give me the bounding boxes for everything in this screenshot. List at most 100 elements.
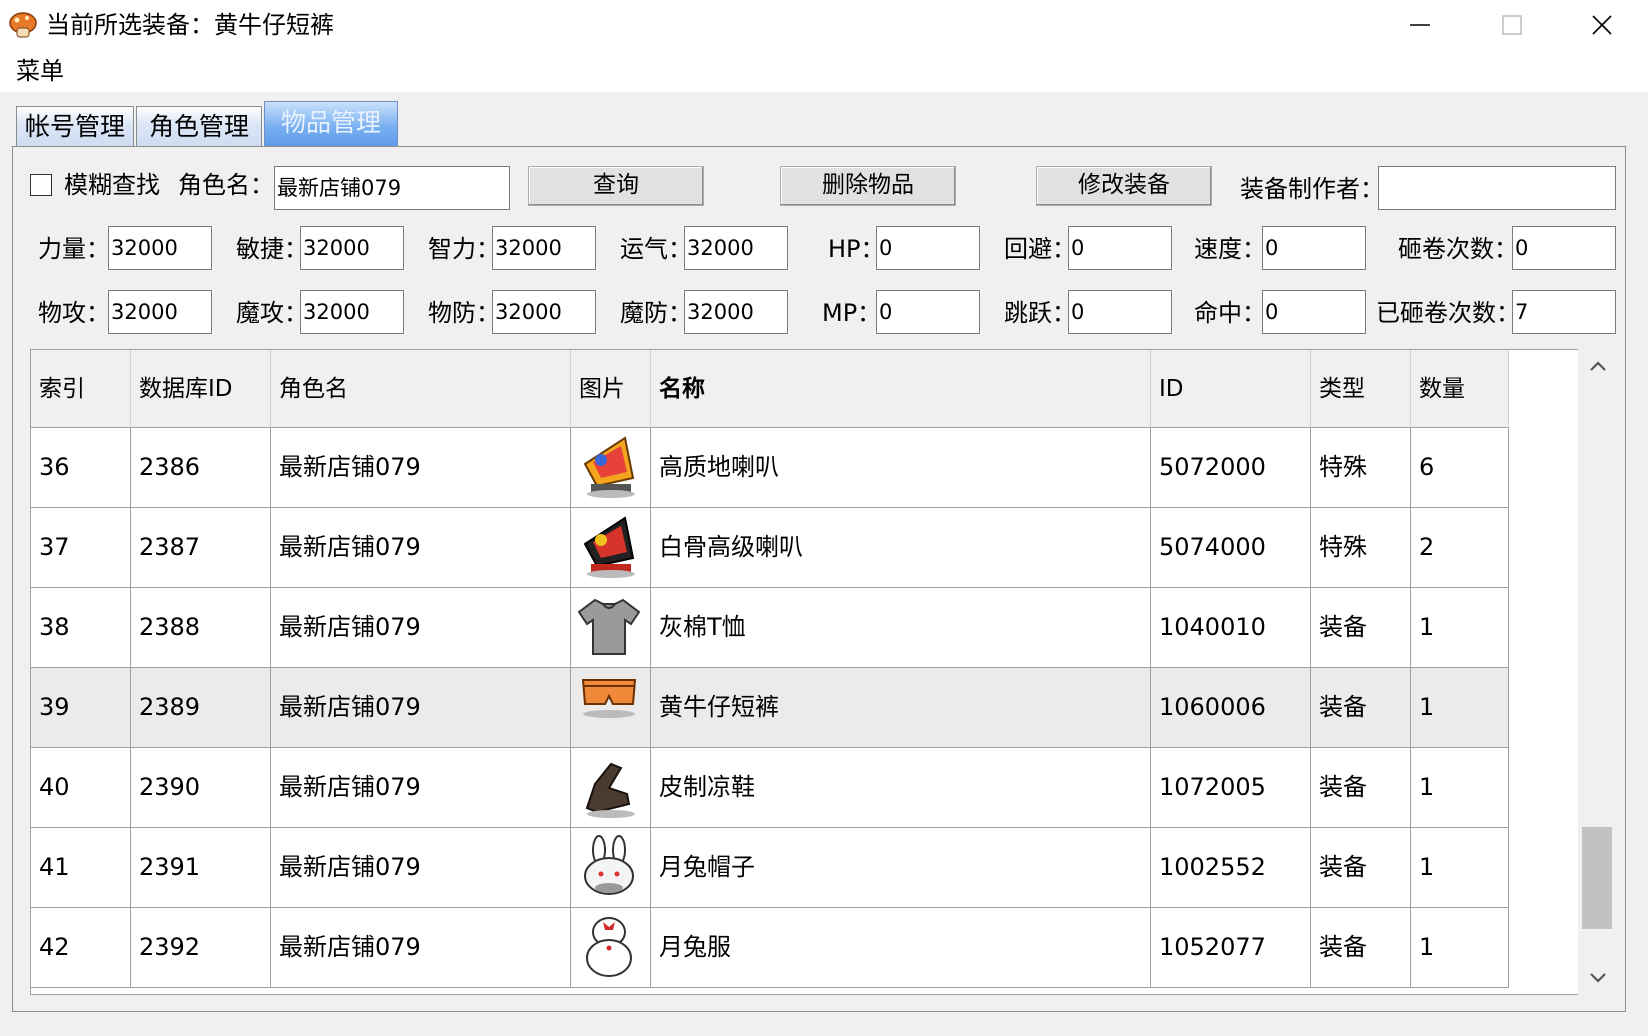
dex-input[interactable]: 32000 xyxy=(300,226,404,270)
cell-qty: 6 xyxy=(1411,428,1509,507)
delete-item-button[interactable]: 删除物品 xyxy=(780,166,956,206)
maximize-icon xyxy=(1502,15,1522,35)
cell-id: 1040010 xyxy=(1151,588,1311,667)
equip-maker-input[interactable] xyxy=(1378,166,1616,210)
cell-id: 1060006 xyxy=(1151,668,1311,747)
scroll-slots-input[interactable]: 0 xyxy=(1512,226,1616,270)
jump-input[interactable]: 0 xyxy=(1068,290,1172,334)
table-row-selected[interactable]: 39 2389 最新店铺079 黄牛仔短裤 1060006 装备 1 xyxy=(31,668,1509,748)
close-button[interactable] xyxy=(1556,0,1648,50)
column-header-qty[interactable]: 数量 xyxy=(1411,350,1509,428)
cell-qty: 1 xyxy=(1411,828,1509,907)
tab-role[interactable]: 角色管理 xyxy=(136,106,262,146)
column-header-type[interactable]: 类型 xyxy=(1311,350,1411,428)
gray-tshirt-icon xyxy=(577,598,641,655)
scroll-down-icon[interactable] xyxy=(1586,965,1610,989)
column-header-index[interactable]: 索引 xyxy=(31,350,131,428)
table-row[interactable]: 40 2390 最新店铺079 皮制凉鞋 1072005 装备 1 xyxy=(31,748,1509,828)
column-header-image[interactable]: 图片 xyxy=(571,350,651,428)
cell-type: 装备 xyxy=(1311,588,1411,667)
cell-name: 灰棉T恤 xyxy=(651,588,1151,667)
table-row[interactable]: 42 2392 最新店铺079 月兔服 1052077 装备 1 xyxy=(31,908,1509,988)
hp-input[interactable]: 0 xyxy=(876,226,980,270)
minimize-button[interactable] xyxy=(1374,0,1466,50)
cell-name: 月兔帽子 xyxy=(651,828,1151,907)
cell-type: 装备 xyxy=(1311,828,1411,907)
wdef-input[interactable]: 32000 xyxy=(492,290,596,334)
cell-type: 特殊 xyxy=(1311,508,1411,587)
cell-dbid: 2389 xyxy=(131,668,271,747)
cell-type: 装备 xyxy=(1311,668,1411,747)
avoid-input[interactable]: 0 xyxy=(1068,226,1172,270)
scroll-up-icon[interactable] xyxy=(1586,355,1610,379)
jump-label: 跳跃： xyxy=(1004,299,1076,327)
matk-input[interactable]: 32000 xyxy=(300,290,404,334)
wdef-label: 物防： xyxy=(428,299,500,327)
table-row[interactable]: 37 2387 最新店铺079 白骨高级喇叭 5074000 特殊 2 xyxy=(31,508,1509,588)
item-table[interactable]: 索引 数据库ID 角色名 图片 名称 ID 类型 数量 36 2386 最新店铺… xyxy=(30,349,1618,995)
column-header-id[interactable]: ID xyxy=(1151,350,1311,428)
accuracy-label: 命中： xyxy=(1194,299,1266,327)
cell-name: 白骨高级喇叭 xyxy=(651,508,1151,587)
table-row[interactable]: 38 2388 最新店铺079 灰棉T恤 1040010 装备 1 xyxy=(31,588,1509,668)
str-input[interactable]: 32000 xyxy=(108,226,212,270)
cell-index: 40 xyxy=(31,748,131,827)
cell-index: 36 xyxy=(31,428,131,507)
watk-input[interactable]: 32000 xyxy=(108,290,212,334)
fuzzy-search-checkbox[interactable] xyxy=(30,174,52,196)
cell-role: 最新店铺079 xyxy=(271,828,571,907)
avoid-label: 回避： xyxy=(1004,235,1076,263)
mdef-input[interactable]: 32000 xyxy=(684,290,788,334)
accuracy-input[interactable]: 0 xyxy=(1262,290,1366,334)
scrolled-count-input[interactable]: 7 xyxy=(1512,290,1616,334)
speed-label: 速度： xyxy=(1194,235,1266,263)
scrollbar-thumb[interactable] xyxy=(1582,827,1612,929)
megaphone-black-icon xyxy=(583,516,635,578)
cell-dbid: 2386 xyxy=(131,428,271,507)
scrolled-count-label: 已砸卷次数： xyxy=(1376,299,1520,327)
table-row[interactable]: 36 2386 最新店铺079 高质地喇叭 5072000 特殊 6 xyxy=(31,428,1509,508)
matk-label: 魔攻： xyxy=(236,299,308,327)
cell-dbid: 2387 xyxy=(131,508,271,587)
close-icon xyxy=(1592,15,1612,35)
query-button[interactable]: 查询 xyxy=(528,166,704,206)
cell-index: 39 xyxy=(31,668,131,747)
mp-input[interactable]: 0 xyxy=(876,290,980,334)
table-row[interactable]: 41 2391 最新店铺079 月兔帽子 1002552 装备 1 xyxy=(31,828,1509,908)
cell-image xyxy=(571,668,651,747)
int-input[interactable]: 32000 xyxy=(492,226,596,270)
menu-bar: 菜单 xyxy=(0,50,1648,92)
bunny-suit-icon xyxy=(586,917,632,977)
maximize-button[interactable] xyxy=(1466,0,1558,50)
equip-maker-label: 装备制作者： xyxy=(1240,175,1384,203)
column-header-role[interactable]: 角色名 xyxy=(271,350,571,428)
menu-item-main[interactable]: 菜单 xyxy=(16,56,64,86)
cell-name: 黄牛仔短裤 xyxy=(651,668,1151,747)
cell-type: 装备 xyxy=(1311,748,1411,827)
cell-index: 41 xyxy=(31,828,131,907)
column-header-name[interactable]: 名称 xyxy=(651,350,1151,428)
cell-id: 1052077 xyxy=(1151,908,1311,987)
table-scrollbar[interactable] xyxy=(1578,349,1618,995)
modify-equip-button[interactable]: 修改装备 xyxy=(1036,166,1212,206)
role-name-input[interactable]: 最新店铺079 xyxy=(274,166,510,210)
luk-input[interactable]: 32000 xyxy=(684,226,788,270)
mdef-label: 魔防： xyxy=(620,299,692,327)
tab-item[interactable]: 物品管理 xyxy=(264,101,398,147)
cell-role: 最新店铺079 xyxy=(271,508,571,587)
cell-qty: 1 xyxy=(1411,908,1509,987)
cell-name: 高质地喇叭 xyxy=(651,428,1151,507)
cell-type: 装备 xyxy=(1311,908,1411,987)
cell-image xyxy=(571,748,651,827)
speed-input[interactable]: 0 xyxy=(1262,226,1366,270)
cell-image xyxy=(571,908,651,987)
cell-dbid: 2388 xyxy=(131,588,271,667)
cell-name: 皮制凉鞋 xyxy=(651,748,1151,827)
mp-label: MP： xyxy=(822,299,882,327)
cell-index: 38 xyxy=(31,588,131,667)
dex-label: 敏捷： xyxy=(236,235,308,263)
minimize-icon xyxy=(1410,24,1430,26)
column-header-dbid[interactable]: 数据库ID xyxy=(131,350,271,428)
tab-account[interactable]: 帐号管理 xyxy=(16,106,134,146)
cell-qty: 1 xyxy=(1411,748,1509,827)
